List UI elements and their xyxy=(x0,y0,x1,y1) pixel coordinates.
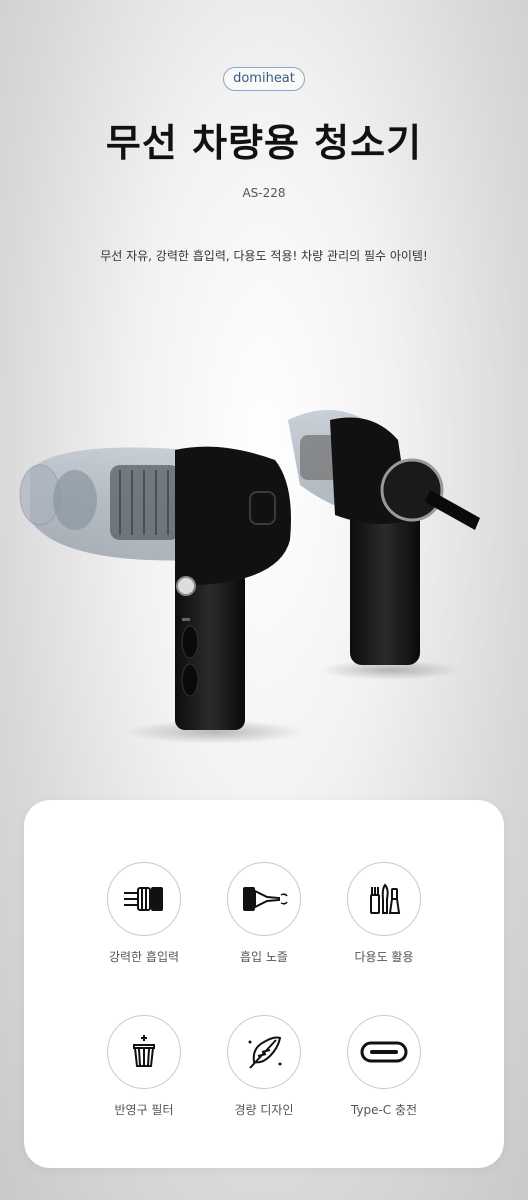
tools-icon xyxy=(347,862,421,936)
filter-icon xyxy=(107,1015,181,1089)
feather-icon xyxy=(227,1015,301,1089)
feature-label: 강력한 흡입력 xyxy=(108,950,180,964)
usb-c-icon xyxy=(347,1015,421,1089)
feature-label: 경량 디자인 xyxy=(234,1103,294,1117)
feature-item: 다용도 활용 xyxy=(314,862,454,965)
feature-item: Type-C 충전 xyxy=(314,1015,454,1118)
feature-item: 강력한 흡입력 xyxy=(74,862,214,965)
vacuum-front xyxy=(19,446,291,730)
feature-label: 반영구 필터 xyxy=(114,1103,174,1117)
feature-label: 다용도 활용 xyxy=(354,950,414,964)
feature-item: 흡입 노즐 xyxy=(194,862,334,965)
feature-label: Type-C 충전 xyxy=(350,1103,418,1117)
tagline: 무선 자유, 강력한 흡입력, 다용도 적용! 차량 관리의 필수 아이템! xyxy=(100,249,428,263)
vacuum-back xyxy=(288,410,480,665)
model-number: AS-228 xyxy=(242,186,286,200)
feature-item: 반영구 필터 xyxy=(74,1015,214,1118)
feature-item: 경량 디자인 xyxy=(194,1015,334,1118)
product-image xyxy=(19,410,480,744)
nozzle-icon xyxy=(227,862,301,936)
page-title: 무선 차량용 청소기 xyxy=(105,121,423,165)
motor-icon xyxy=(107,862,181,936)
feature-label: 흡입 노즐 xyxy=(240,950,288,964)
brand-badge: domiheat xyxy=(223,67,305,91)
features-card: 강력한 흡입력 흡입 노즐 다용도 활용 반영구 필터 경량 디자인 Type-… xyxy=(24,800,504,1168)
